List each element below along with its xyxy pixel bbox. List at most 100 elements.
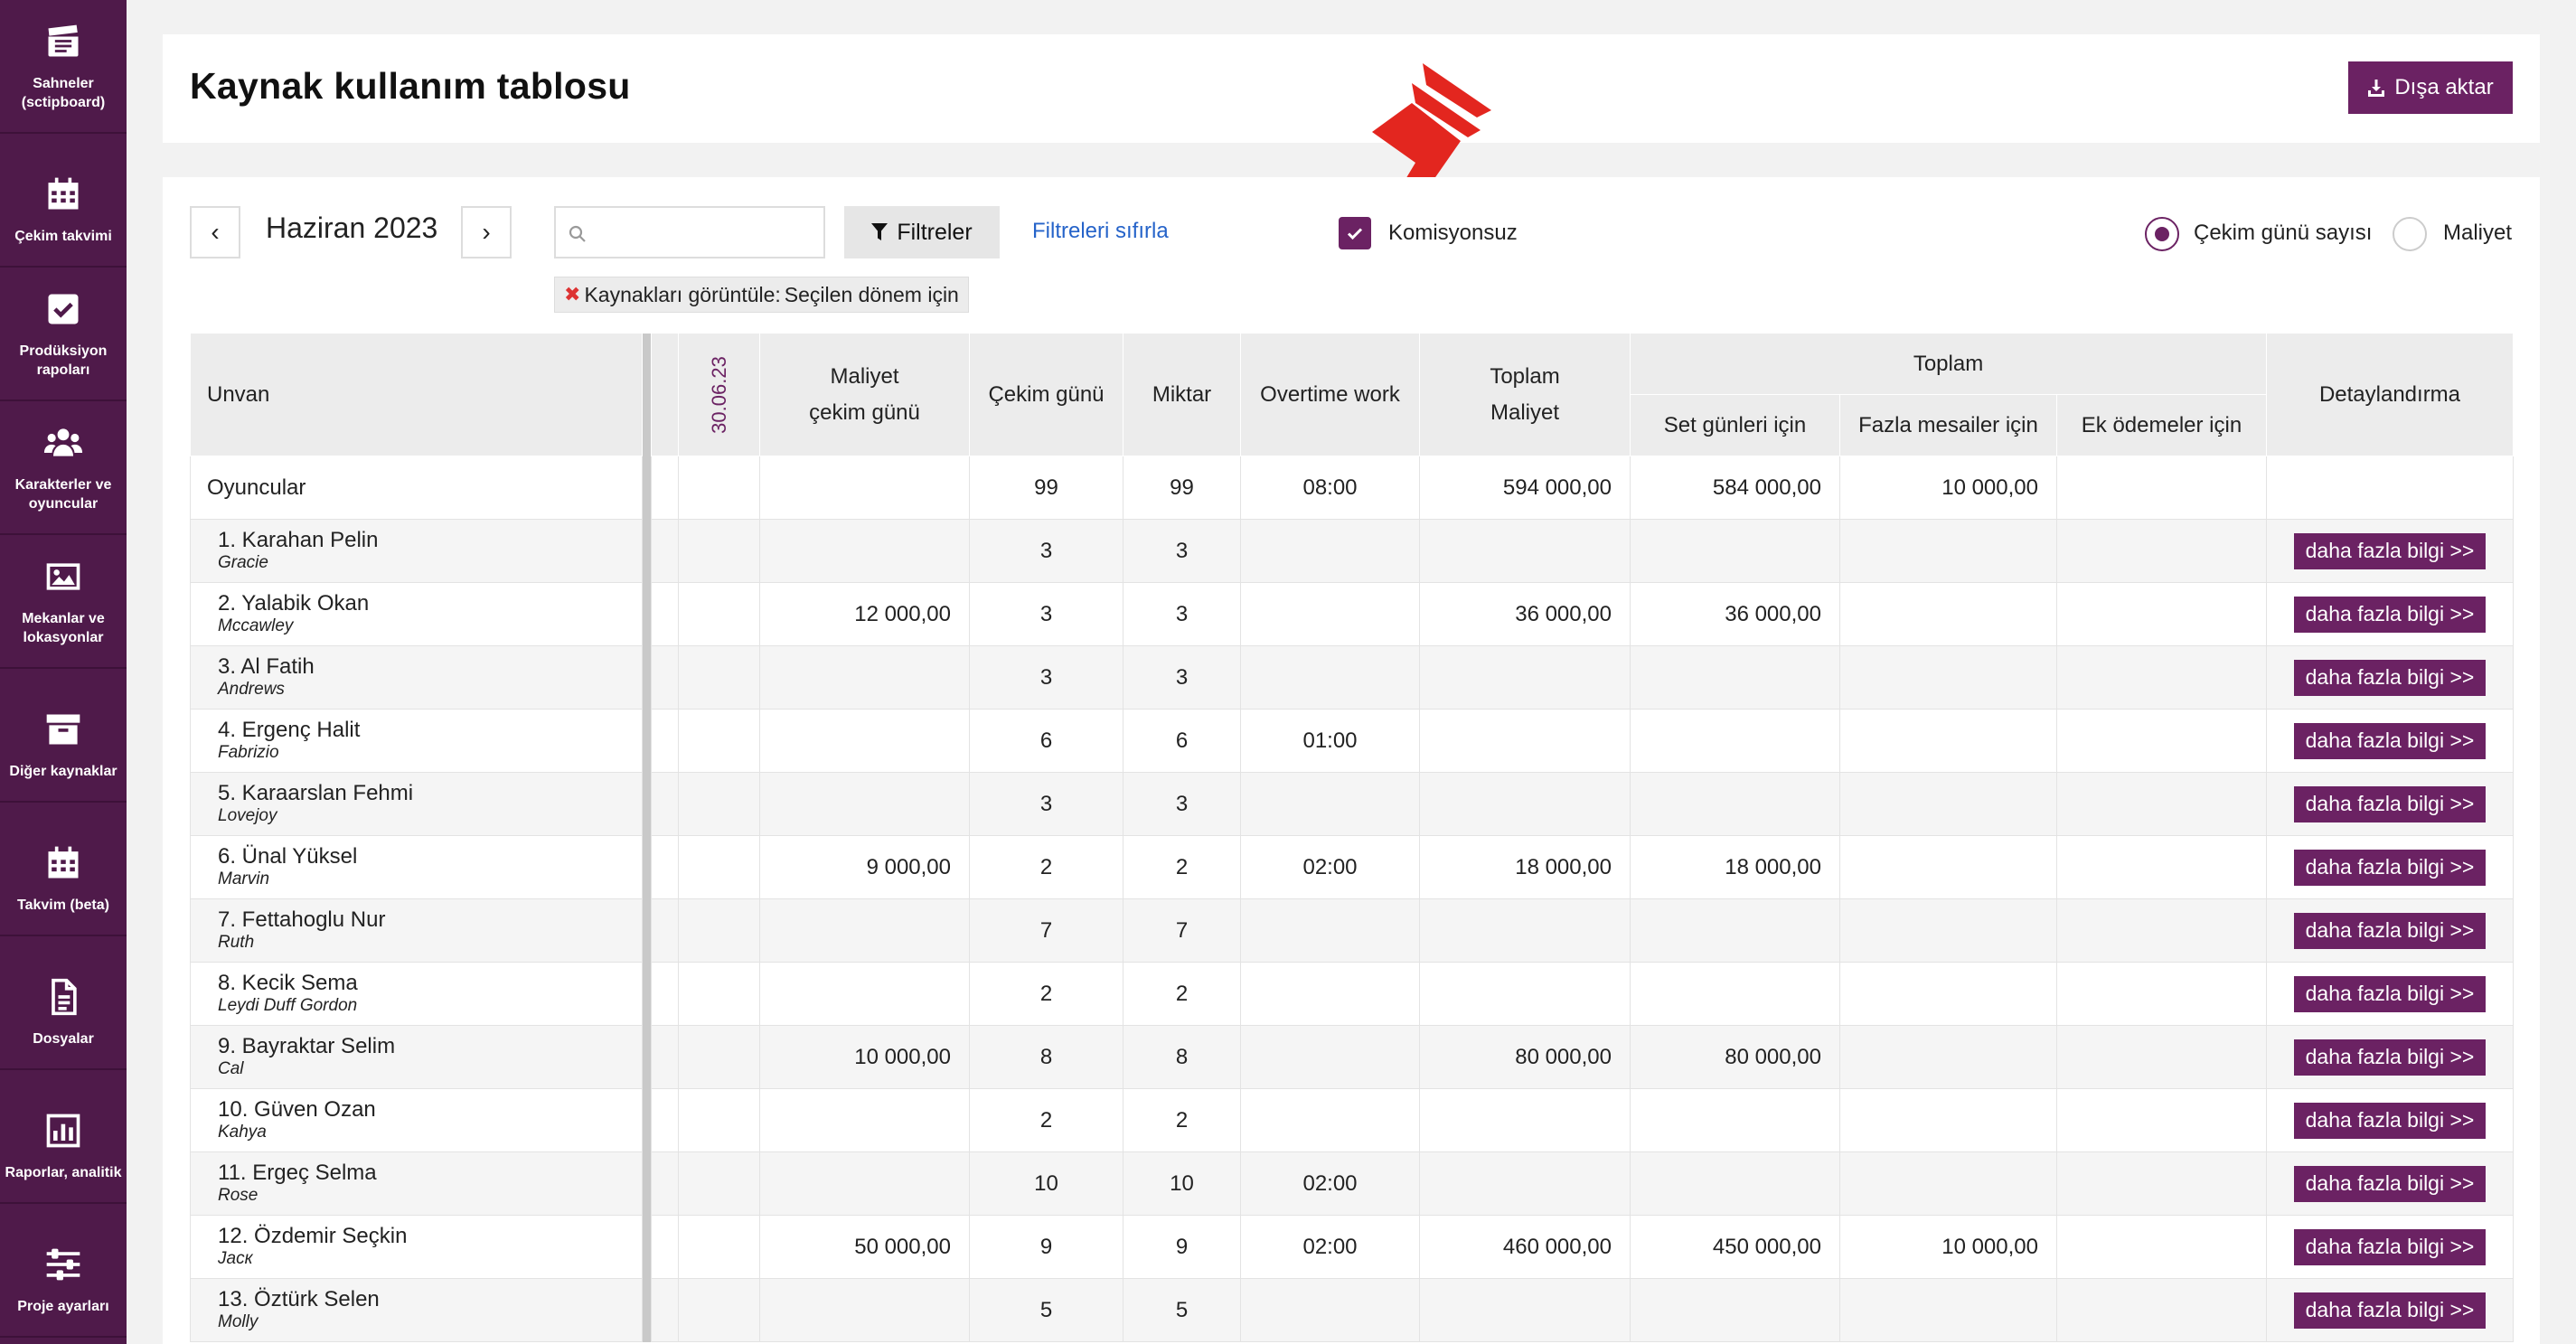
cell xyxy=(678,645,760,710)
sidebar-item-characters[interactable]: Karakterler ve oyuncular xyxy=(0,401,127,535)
sidebar-item-calendar-beta[interactable]: Takvim (beta) xyxy=(0,803,127,936)
more-info-button[interactable]: daha fazla bilgi >> xyxy=(2294,659,2486,696)
amount: 2 xyxy=(1123,962,1241,1026)
extra-hours-total xyxy=(1839,1088,2057,1152)
person-name: 13. Öztürk Selen xyxy=(218,1286,380,1311)
cell xyxy=(2266,456,2514,520)
cost-per-day: 9 000,00 xyxy=(759,835,970,899)
sidebar-item-shooting-schedule[interactable]: Çekim takvimi xyxy=(0,134,127,268)
more-info-button[interactable]: daha fazla bilgi >> xyxy=(2294,1102,2486,1139)
set-days-total xyxy=(1630,709,1840,773)
cost-per-day xyxy=(759,1088,970,1152)
person-name: 4. Ergenç Halit xyxy=(218,717,361,742)
prev-month-button[interactable]: ‹ xyxy=(190,206,240,258)
set-days-total xyxy=(1630,645,1840,710)
more-info-button[interactable]: daha fazla bilgi >> xyxy=(2294,849,2486,886)
column-separator xyxy=(642,519,652,583)
amount: 8 xyxy=(1123,1025,1241,1089)
cell xyxy=(651,645,679,710)
character-name: Marvin xyxy=(218,869,270,888)
group-extra-pay xyxy=(2056,456,2267,520)
set-days-total xyxy=(1630,1151,1840,1216)
extra-pay-total xyxy=(2056,582,2267,646)
column-separator xyxy=(642,456,652,520)
shoot-days: 6 xyxy=(969,709,1123,773)
total-cost xyxy=(1419,1088,1631,1152)
col-shoot-days: Çekim günü xyxy=(969,333,1123,456)
person-name: 12. Özdemir Seçkin xyxy=(218,1223,408,1248)
more-info-button[interactable]: daha fazla bilgi >> xyxy=(2294,532,2486,569)
col-set-days: Set günleri için xyxy=(1630,394,1840,456)
sidebar-label: Sahneler (sctipboard) xyxy=(21,76,106,110)
cell xyxy=(678,456,760,520)
sidebar-item-other-resources[interactable]: Diğer kaynaklar xyxy=(0,669,127,803)
more-info-button[interactable]: daha fazla bilgi >> xyxy=(2294,1165,2486,1202)
character-name: Mccawley xyxy=(218,616,294,635)
page-title: Kaynak kullanım tablosu xyxy=(190,65,631,107)
cost-per-day: 50 000,00 xyxy=(759,1215,970,1279)
group-extra-hours: 10 000,00 xyxy=(1839,456,2057,520)
extra-pay-total xyxy=(2056,519,2267,583)
more-info-button[interactable]: daha fazla bilgi >> xyxy=(2294,975,2486,1012)
sidebar-item-project-settings[interactable]: Proje ayarları xyxy=(0,1204,127,1338)
table-row: 9. Bayraktar Selim Cal 10 000,00 8 8 80 000,0… xyxy=(190,1025,2514,1089)
person-cell: 5. Karaarslan Fehmi Lovejoy xyxy=(190,772,643,836)
more-info-button[interactable]: daha fazla bilgi >> xyxy=(2294,1292,2486,1329)
sidebar-item-locations[interactable]: Mekanlar ve lokasyonlar xyxy=(0,535,127,669)
sidebar-item-files[interactable]: Dosyalar xyxy=(0,936,127,1070)
sidebar-item-scenes[interactable]: Sahneler (sctipboard) xyxy=(0,0,127,134)
person-name: 2. Yalabik Okan xyxy=(218,590,370,616)
amount: 9 xyxy=(1123,1215,1241,1279)
person-cell: 10. Güven Ozan Kahya xyxy=(190,1088,643,1152)
column-separator xyxy=(642,1278,652,1342)
more-info-button[interactable]: daha fazla bilgi >> xyxy=(2294,1039,2486,1076)
more-info-button[interactable]: daha fazla bilgi >> xyxy=(2294,1228,2486,1265)
export-button[interactable]: Dışa aktar xyxy=(2348,61,2513,114)
total-cost xyxy=(1419,962,1631,1026)
overtime: 02:00 xyxy=(1240,835,1420,899)
extra-pay-total xyxy=(2056,772,2267,836)
filter-chip[interactable]: ✖ Kaynakları görüntüle: Seçilen dönem iç… xyxy=(554,277,969,313)
col-empty xyxy=(651,333,679,456)
cell xyxy=(651,1025,679,1089)
cell xyxy=(651,709,679,773)
sidebar-item-reports[interactable]: Raporlar, analitik xyxy=(0,1070,127,1204)
col-cost-line2: çekim günü xyxy=(809,399,920,425)
detail-cell: daha fazla bilgi >> xyxy=(2266,898,2514,963)
person-name: 1. Karahan Pelin xyxy=(218,527,379,552)
commissionless-checkbox[interactable] xyxy=(1339,217,1371,249)
resource-table: Unvan 30.06.23 Maliyet çekim günü Çekim g… xyxy=(190,333,2514,1342)
col-overtime: Overtime work xyxy=(1240,333,1420,456)
detail-cell: daha fazla bilgi >> xyxy=(2266,1278,2514,1342)
detail-cell: daha fazla bilgi >> xyxy=(2266,709,2514,773)
table-row: 2. Yalabik Okan Mccawley 12 000,00 3 3 36 000… xyxy=(190,582,2514,646)
chip-label: Kaynakları görüntüle: xyxy=(584,282,781,306)
extra-pay-total xyxy=(2056,709,2267,773)
search-input[interactable] xyxy=(554,206,825,258)
shoot-days-radio[interactable] xyxy=(2145,217,2179,251)
more-info-button[interactable]: daha fazla bilgi >> xyxy=(2294,912,2486,949)
clapperboard-icon xyxy=(48,24,79,57)
sidebar-item-production-reports[interactable]: Prodüksiyon rapoları xyxy=(0,268,127,401)
extra-hours-total xyxy=(1839,709,2057,773)
set-days-total: 18 000,00 xyxy=(1630,835,1840,899)
character-name: Gracie xyxy=(218,552,268,572)
next-month-button[interactable]: › xyxy=(461,206,512,258)
extra-pay-total xyxy=(2056,962,2267,1026)
more-info-button[interactable]: daha fazla bilgi >> xyxy=(2294,596,2486,633)
more-info-button[interactable]: daha fazla bilgi >> xyxy=(2294,785,2486,822)
remove-chip-icon[interactable]: ✖ xyxy=(564,283,580,306)
person-name: 11. Ergeç Selma xyxy=(218,1160,377,1185)
person-name: 9. Bayraktar Selim xyxy=(218,1033,396,1058)
cell xyxy=(651,835,679,899)
character-name: Kahya xyxy=(218,1122,267,1142)
amount: 2 xyxy=(1123,1088,1241,1152)
cost-radio[interactable] xyxy=(2393,217,2427,251)
overtime: 02:00 xyxy=(1240,1215,1420,1279)
cell xyxy=(678,1088,760,1152)
filters-button[interactable]: Filtreler xyxy=(844,206,1000,258)
reset-filters-link[interactable]: Filtreleri sıfırla xyxy=(1032,219,1169,244)
more-info-button[interactable]: daha fazla bilgi >> xyxy=(2294,722,2486,759)
shoot-days: 3 xyxy=(969,772,1123,836)
overtime xyxy=(1240,1088,1420,1152)
